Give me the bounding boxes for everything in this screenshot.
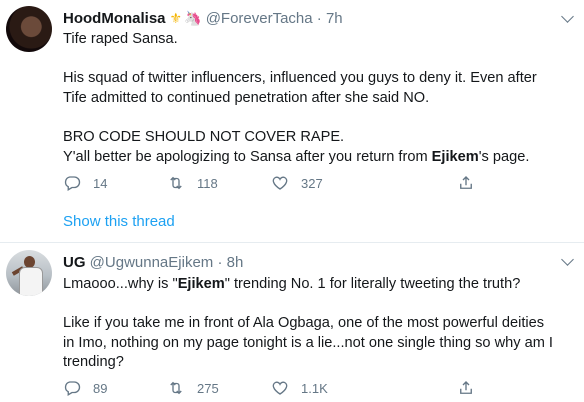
dot-separator: ·	[316, 10, 322, 27]
avatar[interactable]	[6, 250, 52, 296]
reply-button[interactable]: 14	[63, 173, 107, 193]
fleur-de-lis-icon: ⚜	[169, 10, 183, 26]
display-name[interactable]: HoodMonalisa	[63, 10, 166, 27]
share-button[interactable]	[457, 173, 475, 193]
timestamp[interactable]: 8h	[227, 254, 244, 271]
reply-count: 89	[93, 380, 108, 396]
tweet-line: Lmaooo...why is "Ejikem" trending No. 1 …	[63, 276, 521, 292]
tweet-line: Y'all better be apologizing to Sansa aft…	[63, 148, 530, 165]
share-icon	[460, 176, 472, 189]
like-count: 327	[301, 175, 323, 191]
like-button[interactable]: 1.1K	[271, 378, 328, 398]
tweet-header: UG @UgwunnaEjikem · 8h	[63, 253, 243, 273]
user-handle[interactable]: @ForeverTacha	[206, 10, 313, 27]
reply-count: 14	[93, 175, 108, 191]
tweet-line: in Imo, nothing on my page tonight is a …	[63, 334, 553, 351]
tweet-header: HoodMonalisa ⚜ 🦄 @ForeverTacha · 7h	[63, 8, 343, 28]
heart-icon	[272, 176, 288, 190]
retweet-icon	[170, 176, 182, 190]
tweet-text: Tife raped Sansa. His squad of twitter in…	[63, 30, 573, 167]
tweet-text: Lmaooo...why is "Ejikem" trending No. 1 …	[63, 275, 573, 373]
tweet-line: Tife admitted to continued penetration a…	[63, 89, 430, 106]
tweet-2[interactable]: UG @UgwunnaEjikem · 8h Lmaooo...why is "…	[0, 243, 584, 402]
dot-separator: ·	[217, 254, 223, 271]
heart-icon	[272, 381, 288, 395]
tweet-line: BRO CODE SHOULD NOT COVER RAPE.	[63, 128, 345, 145]
retweet-icon	[170, 381, 182, 395]
retweet-button[interactable]: 275	[167, 378, 219, 398]
tweet-line: Like if you take me in front of Ala Ogba…	[63, 315, 545, 332]
like-button[interactable]: 327	[271, 173, 323, 193]
avatar-figure-body	[19, 267, 43, 296]
bold-text: Ejikem	[431, 148, 479, 165]
retweet-button[interactable]: 118	[167, 173, 218, 193]
retweet-count: 275	[197, 380, 219, 396]
share-button[interactable]	[457, 378, 475, 398]
reply-icon	[64, 381, 81, 396]
show-thread-link[interactable]: Show this thread	[63, 213, 175, 230]
tweet-1[interactable]: HoodMonalisa ⚜ 🦄 @ForeverTacha · 7h Tife r…	[0, 0, 584, 242]
reply-icon	[64, 176, 81, 191]
tweet-line: trending?	[63, 354, 124, 371]
user-handle[interactable]: @UgwunnaEjikem	[90, 254, 214, 271]
like-count: 1.1K	[301, 380, 328, 396]
tweet-line: His squad of twitter influencers, influe…	[63, 70, 537, 87]
display-name[interactable]: UG	[63, 254, 86, 271]
share-icon	[460, 381, 472, 394]
tweet-line: Tife raped Sansa.	[63, 31, 178, 47]
bold-text: Ejikem	[177, 276, 225, 292]
chevron-down-icon[interactable]	[561, 253, 574, 266]
unicorn-icon: 🦄	[184, 10, 202, 26]
reply-button[interactable]: 89	[63, 378, 107, 398]
timestamp[interactable]: 7h	[326, 10, 343, 27]
avatar[interactable]	[6, 6, 52, 52]
chevron-down-icon[interactable]	[561, 10, 574, 23]
tweet-actions: 14 118 327	[63, 173, 503, 193]
retweet-count: 118	[197, 175, 218, 191]
tweet-actions: 89 275 1.1K	[63, 378, 503, 398]
